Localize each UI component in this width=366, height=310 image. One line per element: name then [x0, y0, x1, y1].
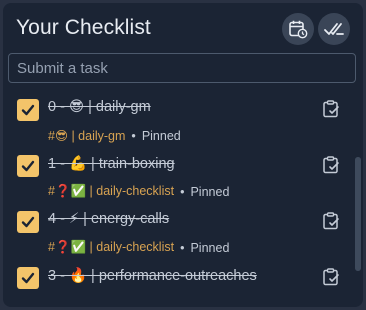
task-list: 0 - 😎 | daily-gm #😎 | daily-gm • Pinned [3, 91, 353, 289]
task-meta: #😎 | daily-gm • Pinned [48, 128, 181, 144]
list-item: 3 - 🔥 | performance-outreaches [3, 263, 348, 289]
task-title: 0 - 😎 | daily-gm [48, 99, 151, 115]
list-item: 4 - ⚡ | energy-calls #❓✅ | daily-checkli… [3, 207, 348, 263]
status-badge: Pinned [190, 240, 230, 255]
scrollbar[interactable] [355, 157, 361, 271]
clipboard-button[interactable] [321, 211, 341, 231]
clipboard-button[interactable] [321, 155, 341, 175]
list-item: 0 - 😎 | daily-gm #😎 | daily-gm • Pinned [3, 95, 348, 151]
clipboard-check-icon [323, 100, 339, 118]
clipboard-check-icon [323, 268, 339, 286]
checkbox-icon [21, 216, 35, 228]
calendar-button[interactable] [282, 13, 314, 45]
page-title: Your Checklist [16, 16, 151, 39]
status-badge: Pinned [141, 128, 181, 143]
separator-dot: • [131, 128, 136, 143]
task-checkbox[interactable] [17, 99, 39, 121]
task-tag[interactable]: #❓✅ | daily-checklist [48, 184, 174, 199]
status-badge: Pinned [190, 184, 230, 199]
task-title: 4 - ⚡ | energy-calls [48, 211, 170, 227]
task-checkbox[interactable] [17, 211, 39, 233]
checklist-panel: Your Checklist 0 - 😎 | dail [3, 3, 363, 307]
separator-dot: • [180, 240, 185, 255]
complete-all-button[interactable] [318, 13, 350, 45]
task-meta: #❓✅ | daily-checklist • Pinned [48, 184, 229, 199]
task-tag[interactable]: #😎 | daily-gm [48, 128, 125, 143]
task-title: 3 - 🔥 | performance-outreaches [48, 268, 257, 284]
task-checkbox[interactable] [17, 267, 39, 289]
checkbox-icon [21, 104, 35, 116]
clipboard-button[interactable] [321, 99, 341, 119]
task-input[interactable] [9, 54, 355, 82]
separator-dot: • [180, 184, 185, 199]
clipboard-button[interactable] [321, 267, 341, 287]
list-item: 1 - 💪 | train-boxing #❓✅ | daily-checkli… [3, 151, 348, 207]
checkbox-icon [21, 160, 35, 172]
clipboard-check-icon [323, 212, 339, 230]
checkbox-icon [21, 272, 35, 284]
calendar-icon [289, 20, 308, 39]
task-checkbox[interactable] [17, 155, 39, 177]
task-input-wrapper [8, 53, 356, 83]
task-title: 1 - 💪 | train-boxing [48, 156, 175, 172]
task-meta: #❓✅ | daily-checklist • Pinned [48, 240, 229, 255]
clipboard-check-icon [323, 156, 339, 174]
scrollbar-thumb[interactable] [355, 157, 361, 271]
task-tag[interactable]: #❓✅ | daily-checklist [48, 240, 174, 255]
double-check-icon [324, 23, 344, 35]
